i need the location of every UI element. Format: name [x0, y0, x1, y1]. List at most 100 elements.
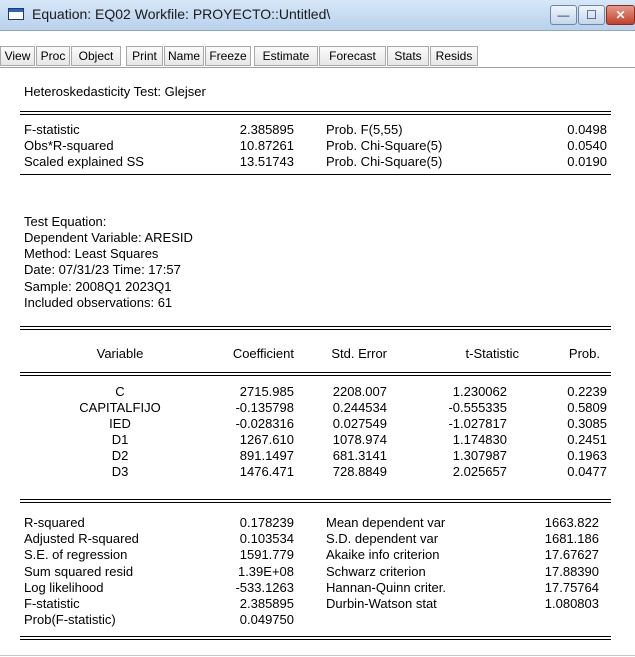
column-header: Variable: [96, 346, 144, 361]
std-error-value: 0.244534: [332, 400, 387, 415]
stat-value: 13.51743: [239, 154, 294, 169]
stat-value: 17.75764: [544, 580, 599, 595]
prob-value: 0.0498: [567, 122, 607, 137]
forecast-button[interactable]: Forecast: [319, 46, 386, 66]
stat-label: Mean dependent var: [326, 515, 446, 530]
coefficient-value: -0.135798: [235, 400, 294, 415]
info-line: Dependent Variable: ARESID: [24, 230, 193, 245]
info-line: Date: 07/31/23 Time: 17:57: [24, 262, 181, 277]
variable-name: D3: [111, 464, 129, 479]
stat-label: Obs*R-squared: [24, 138, 114, 153]
window-title: Equation: EQ02 Workfile: PROYECTO::Untit…: [32, 6, 331, 22]
divider: [20, 111, 611, 112]
stats-button[interactable]: Stats: [387, 46, 429, 66]
stat-value: 17.67627: [544, 547, 599, 562]
prob-value: 0.3085: [567, 416, 607, 431]
prob-value: 0.0477: [567, 464, 607, 479]
stat-value: 10.87261: [239, 138, 294, 153]
t-statistic-value: -1.027817: [448, 416, 507, 431]
variable-name: D2: [111, 448, 129, 463]
divider: [20, 372, 611, 373]
prob-value: 0.2451: [567, 432, 607, 447]
resids-button[interactable]: Resids: [430, 46, 478, 66]
stat-value: 0.178239: [239, 515, 294, 530]
stat-value: 0.103534: [239, 531, 294, 546]
coefficient-value: -0.028316: [235, 416, 294, 431]
info-line: Sample: 2008Q1 2023Q1: [24, 279, 172, 294]
freeze-button[interactable]: Freeze: [205, 46, 251, 66]
close-button[interactable]: ✕: [606, 5, 635, 25]
toolbar-divider: [0, 67, 635, 68]
stat-value: 1.080803: [544, 596, 599, 611]
stat-label: Schwarz criterion: [326, 564, 426, 579]
stat-label: F-statistic: [24, 122, 80, 137]
t-statistic-value: 2.025657: [452, 464, 507, 479]
variable-name: CAPITALFIJO: [79, 400, 161, 415]
stat-label: Log likelihood: [24, 580, 104, 595]
stat-label: Sum squared resid: [24, 564, 134, 579]
prob-value: 0.5809: [567, 400, 607, 415]
stat-value: 1.39E+08: [237, 564, 294, 579]
info-line: Included observations: 61: [24, 295, 173, 310]
column-header: Coefficient: [232, 346, 294, 361]
proc-button[interactable]: Proc: [36, 46, 70, 66]
std-error-value: 1078.974: [332, 432, 387, 447]
stat-value: -533.1263: [235, 580, 294, 595]
column-header: Std. Error: [331, 346, 387, 361]
prob-label: Prob. Chi-Square(5): [326, 154, 443, 169]
stat-value: 2.385895: [239, 122, 294, 137]
stat-label: S.D. dependent var: [326, 531, 439, 546]
prob-label: Prob. F(5,55): [326, 122, 403, 137]
stat-label: F-statistic: [24, 596, 80, 611]
divider: [20, 114, 611, 115]
equation-toolbar: View Proc Object Print Name Freeze Estim…: [0, 46, 635, 66]
stat-value: 1663.822: [544, 515, 599, 530]
prob-value: 0.1963: [567, 448, 607, 463]
stat-value: 1681.186: [544, 531, 599, 546]
divider: [20, 329, 611, 330]
view-button[interactable]: View: [0, 46, 35, 66]
print-button[interactable]: Print: [126, 46, 163, 66]
stat-value: 1591.779: [239, 547, 294, 562]
estimate-button[interactable]: Estimate: [254, 46, 318, 66]
stat-label: Adjusted R-squared: [24, 531, 139, 546]
object-button[interactable]: Object: [71, 46, 121, 66]
info-line: Method: Least Squares: [24, 246, 159, 261]
divider: [20, 174, 611, 175]
std-error-value: 728.8849: [332, 464, 387, 479]
maximize-button[interactable]: ☐: [578, 5, 605, 25]
coefficient-value: 2715.985: [239, 384, 294, 399]
prob-value: 0.0540: [567, 138, 607, 153]
prob-label: Prob. Chi-Square(5): [326, 138, 443, 153]
t-statistic-value: 1.174830: [452, 432, 507, 447]
window-bottom-edge: [0, 655, 635, 656]
t-statistic-value: 1.307987: [452, 448, 507, 463]
variable-name: D1: [111, 432, 129, 447]
coefficient-value: 891.1497: [239, 448, 294, 463]
divider: [20, 639, 611, 640]
t-statistic-value: 1.230062: [452, 384, 507, 399]
column-header: t-Statistic: [465, 346, 519, 361]
column-header: Prob.: [568, 346, 600, 361]
stat-label: Hannan-Quinn criter.: [326, 580, 446, 595]
window-titlebar[interactable]: Equation: EQ02 Workfile: PROYECTO::Untit…: [0, 0, 635, 31]
std-error-value: 2208.007: [332, 384, 387, 399]
coefficient-value: 1476.471: [239, 464, 294, 479]
name-button[interactable]: Name: [164, 46, 204, 66]
stat-value: 17.88390: [544, 564, 599, 579]
coefficient-value: 1267.610: [239, 432, 294, 447]
stat-label: Scaled explained SS: [24, 154, 144, 169]
std-error-value: 0.027549: [332, 416, 387, 431]
stat-value: 0.049750: [239, 612, 294, 627]
minimize-button[interactable]: —: [550, 5, 577, 25]
info-line: Test Equation:: [24, 214, 107, 229]
stat-label: R-squared: [24, 515, 85, 530]
prob-value: 0.0190: [567, 154, 607, 169]
divider: [20, 375, 611, 376]
divider: [20, 636, 611, 637]
divider: [20, 326, 611, 327]
variable-name: IED: [109, 416, 131, 431]
stat-label: S.E. of regression: [24, 547, 128, 562]
prob-value: 0.2239: [567, 384, 607, 399]
window-icon: [8, 8, 24, 20]
